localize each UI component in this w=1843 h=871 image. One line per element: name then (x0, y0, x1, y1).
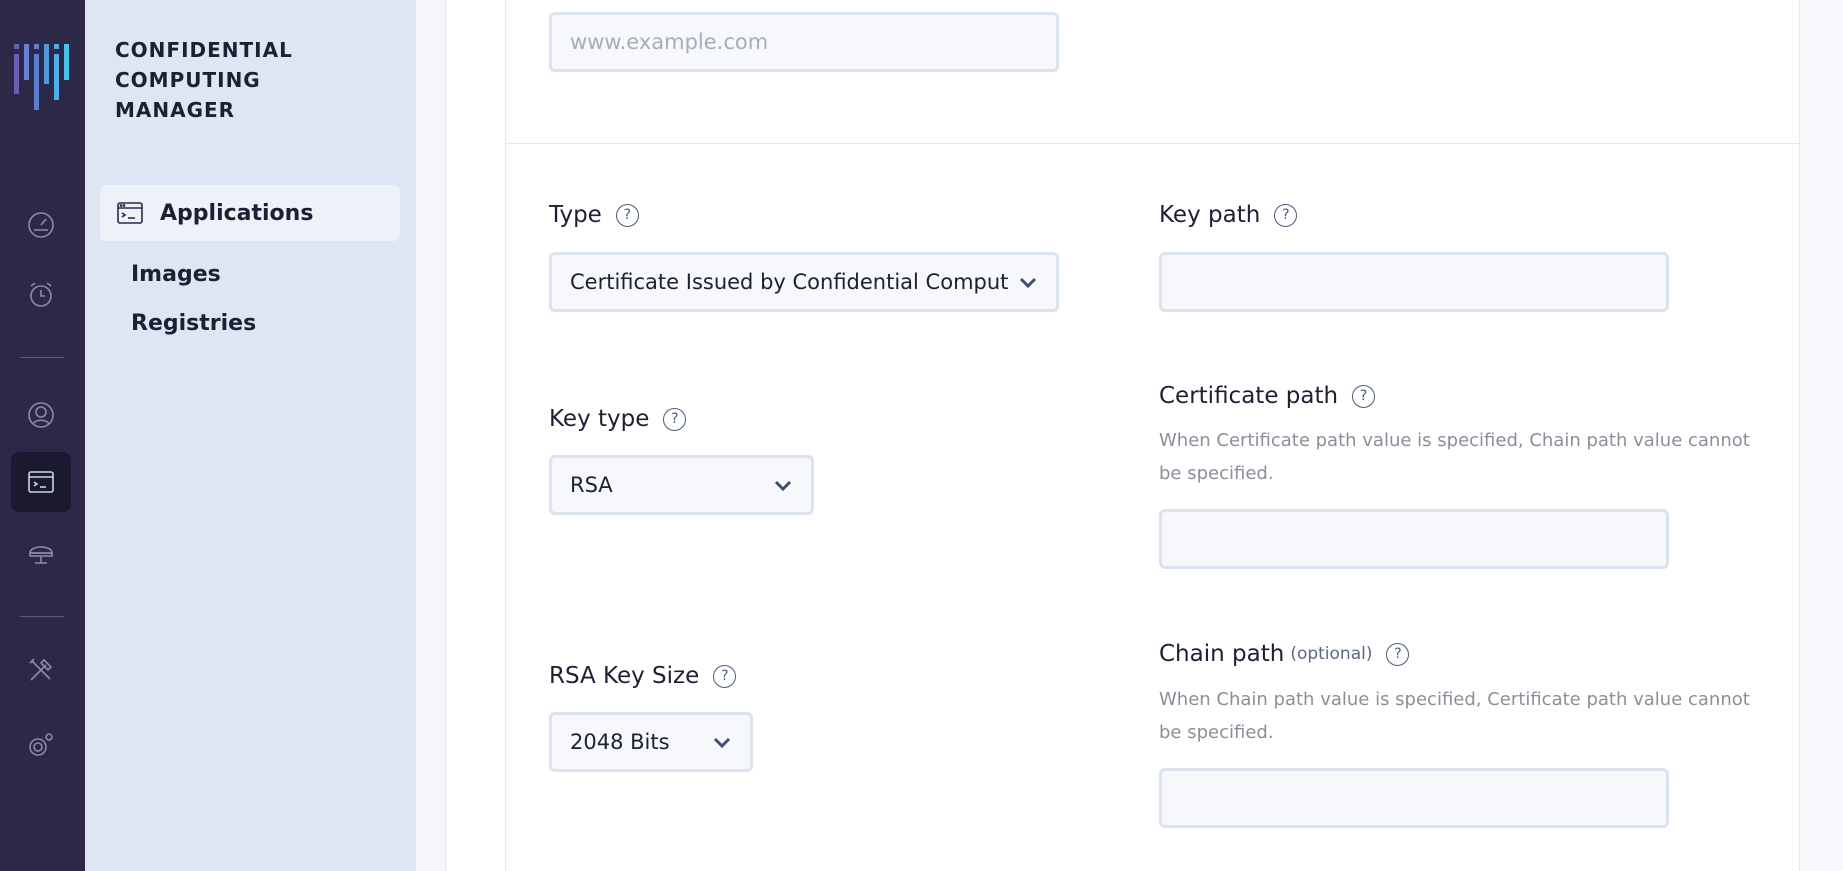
type-select[interactable]: Certificate Issued by Confidential Compu… (549, 252, 1059, 312)
content-gutter (416, 0, 445, 871)
type-label: Type ? (549, 202, 639, 228)
help-icon[interactable]: ? (713, 664, 737, 688)
settings-icon (29, 733, 53, 756)
sidebar-item-applications[interactable]: Applications (100, 185, 400, 241)
brand-title: CONFIDENTIAL COMPUTING MANAGER (115, 38, 293, 122)
sidebar-item-images[interactable]: Images (100, 254, 400, 294)
help-icon[interactable]: ? (1352, 384, 1376, 408)
rail-support-button[interactable] (11, 385, 71, 445)
chain-path-label: Chain path (optional) ? (1159, 641, 1410, 667)
rail-router-button[interactable] (11, 522, 71, 582)
help-icon[interactable]: ? (1386, 642, 1410, 666)
sidebar: CONFIDENTIAL COMPUTING MANAGER Applicati… (85, 0, 416, 871)
chain-path-hint: When Chain path value is specified, Cert… (1159, 689, 1750, 743)
key-type-select-value: RSA (570, 473, 613, 497)
chevron-down-icon (713, 737, 731, 749)
section-divider (506, 143, 1799, 144)
rail-alarm-button[interactable] (11, 265, 71, 325)
app-logo-icon (14, 44, 69, 110)
certificate-path-field[interactable] (1159, 509, 1669, 569)
optional-tag: (optional) (1290, 644, 1373, 664)
rail-settings-button[interactable] (11, 715, 71, 775)
url-field[interactable] (549, 12, 1059, 72)
terminal-icon (117, 202, 143, 224)
user-support-icon (28, 402, 54, 428)
terminal-icon (28, 471, 54, 493)
help-icon[interactable]: ? (1274, 203, 1298, 227)
router-icon (29, 546, 53, 564)
chain-path-input[interactable] (1180, 786, 1648, 810)
chevron-down-icon (774, 480, 792, 492)
chevron-down-icon (1019, 277, 1037, 289)
url-input[interactable] (570, 30, 1038, 54)
rail-tools-button[interactable] (11, 640, 71, 700)
rail-dashboard-button[interactable] (11, 195, 71, 255)
key-type-select[interactable]: RSA (549, 455, 814, 515)
rsa-key-size-select-value: 2048 Bits (570, 730, 670, 754)
help-icon[interactable]: ? (615, 203, 639, 227)
tools-icon (29, 658, 53, 681)
certificate-path-input[interactable] (1180, 527, 1648, 551)
sidebar-item-label: Applications (160, 200, 314, 226)
key-path-field[interactable] (1159, 252, 1669, 312)
key-path-label: Key path ? (1159, 202, 1298, 228)
help-icon[interactable]: ? (663, 407, 687, 431)
sidebar-item-label: Registries (131, 310, 257, 336)
key-type-label: Key type ? (549, 406, 687, 432)
rsa-key-size-label: RSA Key Size ? (549, 663, 737, 689)
certificate-path-hint: When Certificate path value is specified… (1159, 430, 1750, 484)
dashboard-icon (28, 212, 54, 238)
rsa-key-size-select[interactable]: 2048 Bits (549, 712, 753, 772)
chain-path-field[interactable] (1159, 768, 1669, 828)
alarm-icon (30, 282, 52, 307)
rail-applications-button[interactable] (11, 452, 71, 512)
sidebar-item-registries[interactable]: Registries (100, 303, 400, 343)
key-path-input[interactable] (1180, 270, 1648, 294)
type-select-value: Certificate Issued by Confidential Compu… (570, 270, 1009, 294)
certificate-path-label: Certificate path ? (1159, 383, 1376, 409)
sidebar-item-label: Images (131, 261, 221, 287)
icon-rail (0, 0, 85, 871)
